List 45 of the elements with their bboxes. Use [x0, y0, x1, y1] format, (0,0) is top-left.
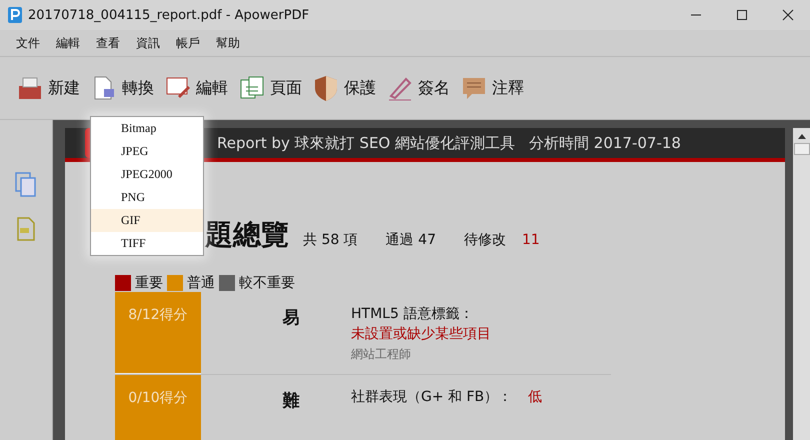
- menu-option[interactable]: Bitmap: [91, 117, 203, 140]
- toolbar-button[interactable]: 注釋: [460, 74, 524, 102]
- difficulty-label: 易: [282, 307, 300, 330]
- pending-count: 11: [522, 232, 540, 248]
- toolbar-button[interactable]: 轉換: [90, 74, 154, 102]
- score-block: 0/10得分: [115, 375, 201, 440]
- menu-option[interactable]: TIFF: [91, 232, 203, 255]
- toolbar-button[interactable]: 新建: [16, 74, 80, 102]
- maximize-icon[interactable]: [736, 9, 748, 21]
- item-issue: 低: [528, 389, 542, 405]
- menu-item[interactable]: 幫助: [216, 34, 240, 52]
- menu-option[interactable]: PNG: [91, 186, 203, 209]
- difficulty-label: 難: [281, 390, 300, 413]
- item-issue: 未設置或缺少某些項目: [351, 325, 491, 344]
- app-icon: [8, 7, 22, 23]
- close-icon[interactable]: [782, 9, 794, 21]
- menu-item[interactable]: 文件: [16, 34, 40, 52]
- menu-option[interactable]: JPEG2000: [91, 163, 203, 186]
- score-block: 8/12得分: [115, 292, 201, 374]
- toolbar-button[interactable]: 編輯: [164, 74, 228, 102]
- window-title: 20170718_004115_report.pdf - ApowerPDF: [28, 8, 310, 22]
- item-role: 網站工程師: [351, 346, 412, 363]
- scroll-thumb[interactable]: [794, 143, 810, 155]
- item-title: 社群表現（G+ 和 FB）：: [351, 389, 512, 405]
- menu-item[interactable]: 查看: [96, 34, 120, 52]
- passed-count: 通過 47: [386, 231, 436, 249]
- legend-label: 重要: [135, 274, 163, 292]
- toolbar-button[interactable]: 頁面: [238, 74, 302, 102]
- menu-option[interactable]: JPEG: [91, 140, 203, 163]
- header-text: Report by 球來就打 SEO 網站優化評測工具: [217, 134, 516, 152]
- toolbar-button[interactable]: 保護: [312, 74, 376, 102]
- section-heading: 題總覽: [205, 217, 289, 253]
- menu-option[interactable]: GIF: [91, 209, 203, 232]
- menu-item[interactable]: 帳戶: [176, 34, 200, 52]
- menu-item[interactable]: 資訊: [136, 34, 160, 52]
- toolbar-button[interactable]: 簽名: [386, 74, 450, 102]
- legend-label: 普通: [187, 274, 215, 292]
- total-count: 共 58 項: [303, 231, 358, 249]
- scrollbar[interactable]: [793, 128, 810, 440]
- header-date: 分析時間 2017-07-18: [529, 134, 681, 152]
- shield-icon: [312, 74, 340, 102]
- legend-label: 較不重要: [239, 274, 295, 292]
- item-title: HTML5 語意標籤：: [351, 306, 474, 322]
- pending-label: 待修改: [464, 231, 506, 249]
- menu-item[interactable]: 編輯: [56, 34, 80, 52]
